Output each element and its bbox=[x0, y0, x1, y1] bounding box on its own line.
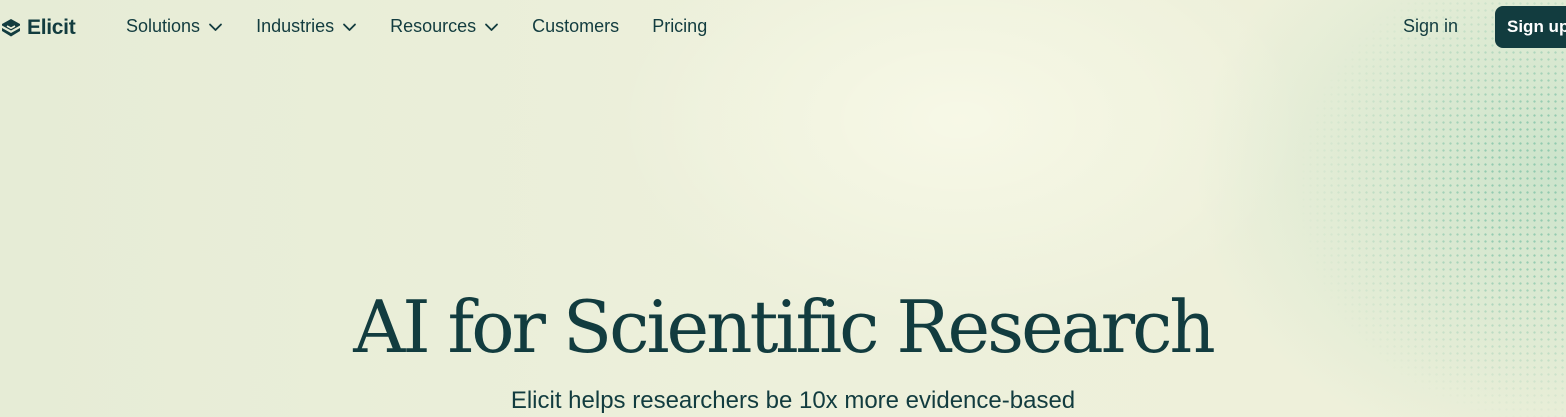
hero-title: AI for Scientific Research bbox=[353, 285, 1216, 369]
nav-item-solutions[interactable]: Solutions bbox=[126, 16, 223, 37]
chevron-down-icon bbox=[209, 23, 222, 31]
nav-item-label: Resources bbox=[390, 16, 477, 36]
sign-in-link[interactable]: Sign in bbox=[1403, 16, 1458, 37]
nav-item-label: Industries bbox=[256, 16, 335, 36]
hero-subtitle: Elicit helps researchers be 10x more evi… bbox=[510, 387, 1076, 414]
nav-item-industries[interactable]: Industries bbox=[256, 16, 357, 37]
brand-name: Elicit bbox=[27, 16, 76, 39]
sign-up-button[interactable]: Sign up bbox=[1495, 6, 1566, 48]
chevron-down-icon bbox=[485, 23, 499, 31]
chevron-down-icon bbox=[343, 23, 357, 31]
top-navigation: Elicit Solutions Industries Resources Cu… bbox=[0, 0, 1566, 56]
main-menu: Solutions Industries Resources Customers… bbox=[126, 16, 707, 37]
elicit-logo-icon bbox=[0, 17, 22, 39]
elicit-logo-link[interactable]: Elicit bbox=[0, 13, 76, 43]
nav-item-label: Pricing bbox=[652, 16, 708, 36]
nav-item-pricing[interactable]: Pricing bbox=[652, 16, 707, 37]
nav-item-label: Customers bbox=[532, 16, 620, 36]
nav-item-customers[interactable]: Customers bbox=[532, 16, 619, 37]
nav-item-resources[interactable]: Resources bbox=[390, 16, 499, 37]
nav-item-label: Solutions bbox=[126, 16, 201, 36]
